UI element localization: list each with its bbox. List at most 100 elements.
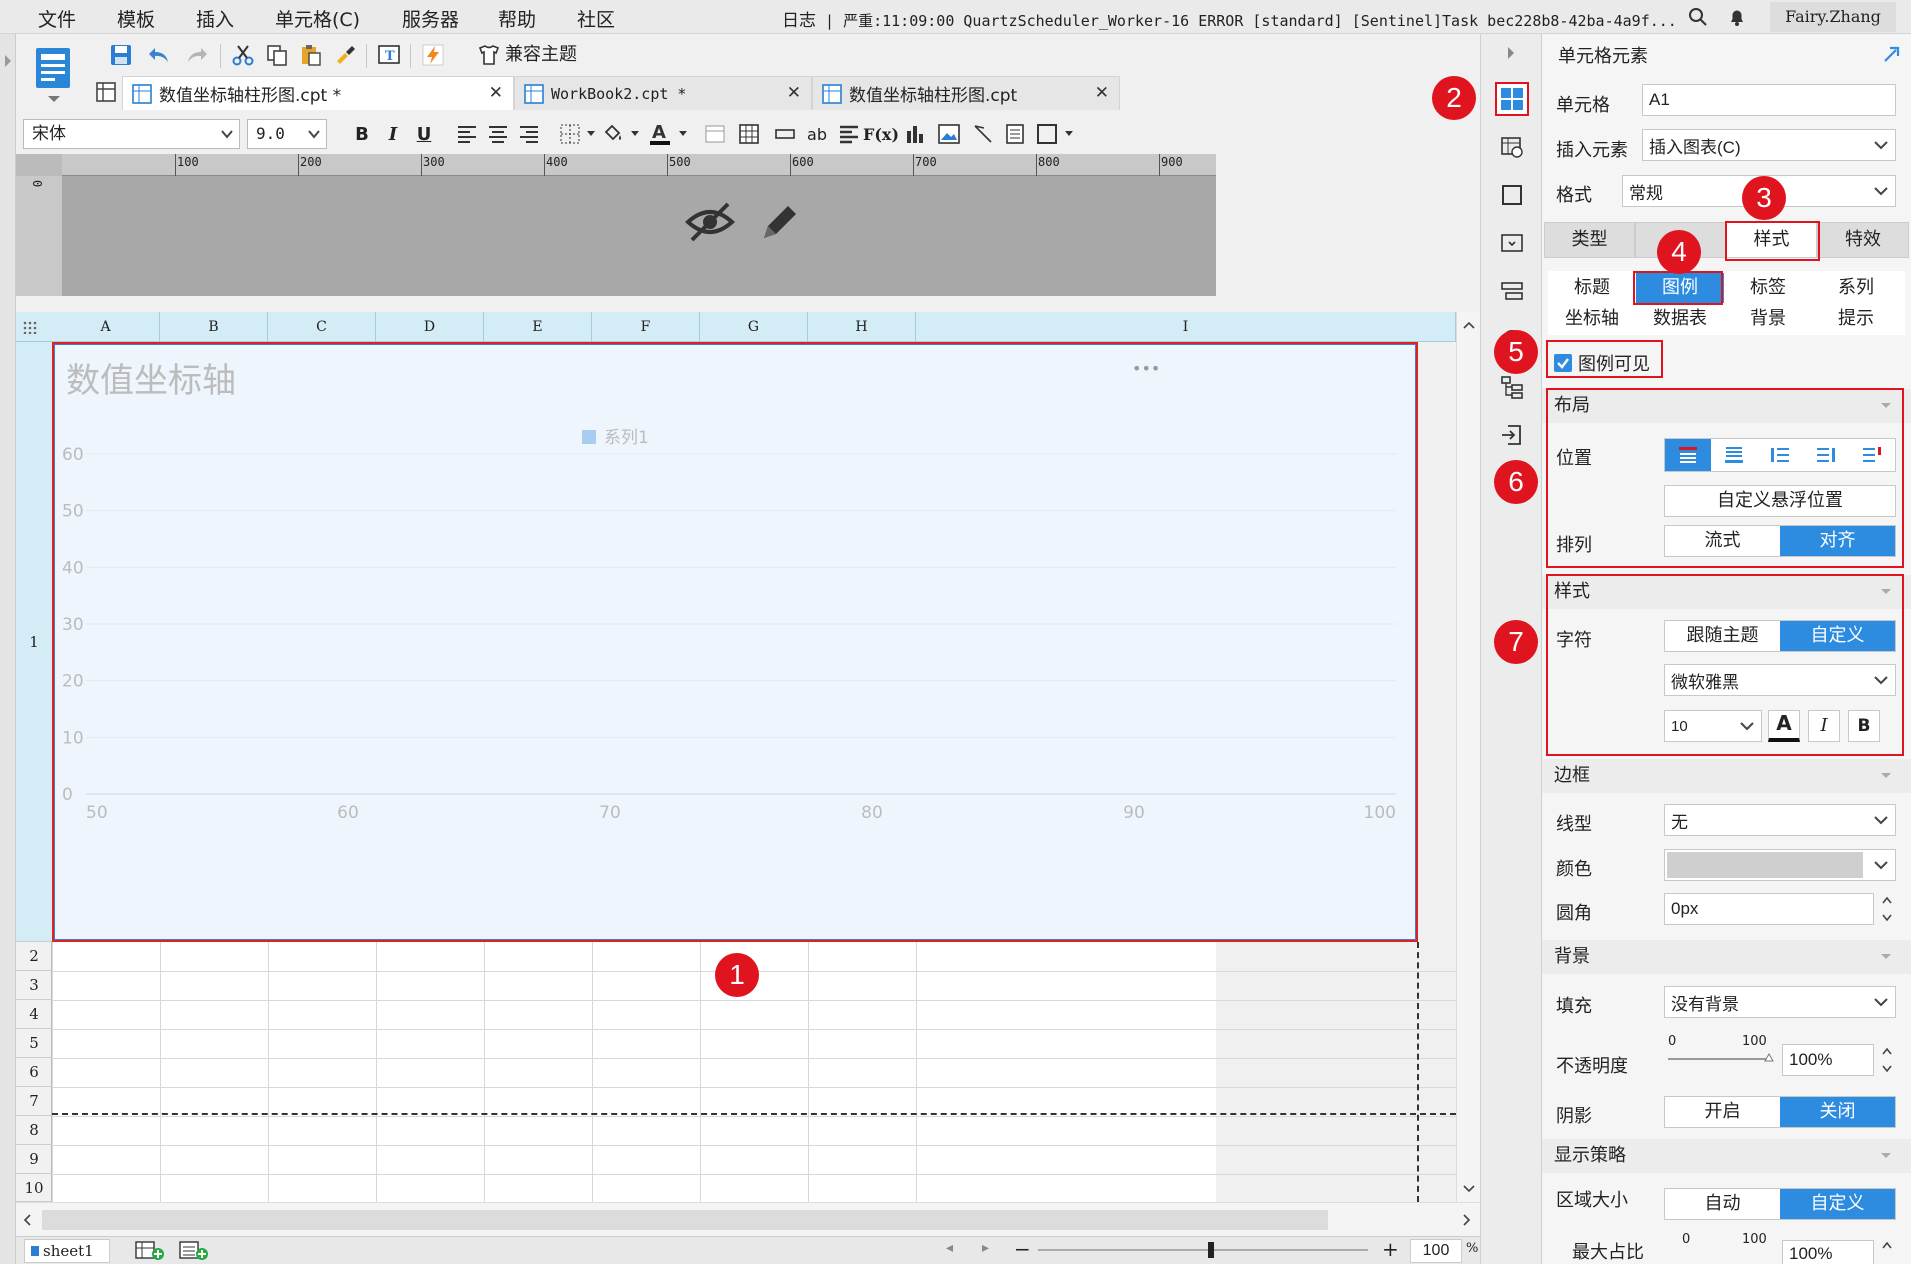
shadow-on-option[interactable]: 开启 (1665, 1097, 1780, 1127)
opacity-stepper[interactable] (1878, 1046, 1896, 1074)
bar-chart-icon[interactable] (900, 119, 930, 149)
expand-arrow-icon[interactable] (3, 54, 13, 68)
image-icon[interactable] (934, 119, 964, 149)
menu-community[interactable]: 社区 (577, 5, 615, 32)
zoom-value[interactable]: 100 (1410, 1239, 1462, 1263)
linetype-select[interactable]: 无 (1664, 804, 1896, 836)
tab-doc-1[interactable]: 数值坐标轴柱形图.cpt * ✕ (122, 76, 514, 110)
select-all-icon[interactable] (22, 319, 38, 339)
fill-select[interactable]: 没有背景 (1664, 986, 1896, 1018)
compat-theme-button[interactable]: 兼容主题 (505, 40, 577, 66)
cell-input[interactable]: A1 (1642, 84, 1896, 116)
row-header-cell[interactable]: 10 (16, 1174, 52, 1202)
column-header-cell[interactable]: H (808, 312, 916, 342)
max-ratio-stepper[interactable] (1878, 1240, 1896, 1264)
add-report-icon[interactable] (178, 1239, 210, 1264)
tab-doc-2[interactable]: WorkBook2.cpt * ✕ (514, 76, 812, 110)
subtab-background[interactable]: 背景 (1724, 304, 1812, 334)
close-icon[interactable]: ✕ (1095, 83, 1109, 103)
user-name[interactable]: Fairy.Zhang (1770, 2, 1896, 32)
zoom-slider[interactable] (1038, 1249, 1368, 1251)
hide-eye-icon[interactable] (684, 200, 736, 249)
zoom-in-icon[interactable]: + (1382, 1237, 1399, 1261)
display-section-header[interactable]: 显示策略 (1542, 1139, 1911, 1173)
chevron-up-icon[interactable] (1462, 320, 1476, 330)
merge-cells-icon[interactable] (770, 119, 800, 149)
chevron-down-icon[interactable] (668, 119, 698, 149)
column-header-cell[interactable]: A (52, 312, 160, 342)
column-header-cell[interactable]: B (160, 312, 268, 342)
menu-template[interactable]: 模板 (117, 5, 155, 32)
underline-button[interactable]: U (409, 119, 439, 149)
area-size-custom-option[interactable]: 自定义 (1780, 1189, 1895, 1219)
align-left-icon[interactable] (452, 119, 482, 149)
row-header-cell[interactable]: 1 (16, 342, 52, 942)
text-ab-button[interactable]: ab (802, 119, 832, 149)
close-icon[interactable]: ✕ (787, 83, 801, 103)
background-section-header[interactable]: 背景 (1542, 940, 1911, 974)
collapse-panel-icon[interactable] (1505, 46, 1517, 60)
max-ratio-input[interactable]: 100% (1782, 1240, 1874, 1264)
border-section-header[interactable]: 边框 (1542, 759, 1911, 793)
column-header-cell[interactable]: F (592, 312, 700, 342)
horizontal-scrollbar[interactable] (16, 1202, 1480, 1236)
area-size-auto-option[interactable]: 自动 (1665, 1189, 1780, 1219)
table-icon[interactable] (734, 119, 764, 149)
import-icon[interactable] (1495, 418, 1529, 452)
theme-icon[interactable] (474, 40, 504, 70)
subtab-series[interactable]: 系列 (1812, 273, 1900, 303)
tree-icon[interactable] (1495, 370, 1529, 404)
column-header-cell[interactable]: G (700, 312, 808, 342)
italic-button[interactable]: I (378, 119, 408, 149)
row-header-cell[interactable]: 2 (16, 942, 52, 971)
bold-button[interactable]: B (347, 119, 377, 149)
menu-cell[interactable]: 单元格(C) (275, 5, 360, 32)
cell-element-icon[interactable] (1495, 82, 1529, 116)
column-header-cell[interactable]: D (376, 312, 484, 342)
undo-icon[interactable] (144, 40, 174, 70)
chevron-left-icon[interactable] (22, 1213, 32, 1227)
freeze-icon[interactable] (700, 119, 730, 149)
copy-icon[interactable] (262, 40, 292, 70)
chevron-right-icon[interactable] (1462, 1213, 1472, 1227)
opacity-input[interactable]: 100% (1782, 1044, 1874, 1076)
search-icon[interactable] (1688, 7, 1708, 32)
grid-tab-icon[interactable] (94, 80, 118, 109)
insert-element-select[interactable]: 插入图表(C) (1642, 129, 1896, 161)
chevron-down-icon[interactable] (1881, 1064, 1893, 1074)
scrollbar-thumb[interactable] (42, 1210, 1328, 1230)
flash-icon[interactable] (418, 40, 448, 70)
chart-container[interactable]: 数值坐标轴 ••• 系列1 0 10 20 30 40 50 60 50 60 70 80 90 100 (52, 342, 1418, 942)
menu-insert[interactable]: 插入 (196, 5, 234, 32)
tab-doc-3[interactable]: 数值坐标轴柱形图.cpt ✕ (812, 76, 1120, 110)
row-header-cell[interactable]: 7 (16, 1087, 52, 1116)
chevron-up-icon[interactable] (1881, 1240, 1893, 1250)
paste-icon[interactable] (296, 40, 326, 70)
row-header-cell[interactable]: 8 (16, 1116, 52, 1145)
menu-server[interactable]: 服务器 (402, 5, 459, 32)
font-size-select[interactable]: 9.0 (247, 119, 327, 149)
chevron-down-icon[interactable] (1054, 119, 1084, 149)
text-box-icon[interactable]: T (374, 40, 404, 70)
chevron-down-icon[interactable] (1881, 913, 1893, 923)
widget-icon[interactable] (1495, 226, 1529, 260)
pencil-icon[interactable] (758, 200, 802, 249)
chevron-up-icon[interactable] (1881, 1046, 1893, 1056)
shadow-off-option[interactable]: 关闭 (1780, 1097, 1895, 1127)
subtab-datatable[interactable]: 数据表 (1636, 304, 1724, 334)
add-sheet-icon[interactable] (134, 1239, 166, 1264)
bell-icon[interactable] (1727, 7, 1747, 32)
chevron-down-icon[interactable] (1462, 1184, 1476, 1194)
report-header-area[interactable] (16, 176, 1216, 296)
subtab-title[interactable]: 标题 (1548, 273, 1636, 303)
pin-panel-icon[interactable] (1882, 44, 1902, 64)
row-header-cell[interactable]: 4 (16, 1000, 52, 1029)
row-header-cell[interactable]: 5 (16, 1029, 52, 1058)
column-header-cell[interactable]: E (484, 312, 592, 342)
opacity-slider[interactable]: 0 100 (1664, 1034, 1776, 1070)
align-center-icon[interactable] (483, 119, 513, 149)
slider-handle-icon[interactable] (1764, 1052, 1774, 1062)
form-icon[interactable] (1000, 119, 1030, 149)
next-sheet-icon[interactable]: ▸ (982, 1240, 989, 1256)
subtab-tooltip[interactable]: 提示 (1812, 304, 1900, 334)
